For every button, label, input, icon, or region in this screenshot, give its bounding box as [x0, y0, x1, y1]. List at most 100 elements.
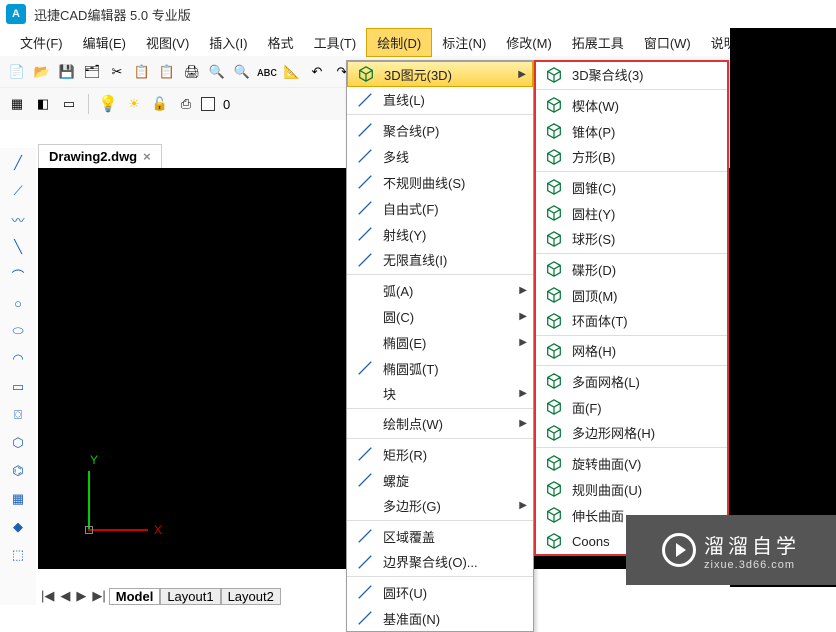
menu-文件[interactable]: 文件(F) [10, 29, 73, 56]
draw-menu-item[interactable]: 边界聚合线(O)... [347, 549, 533, 577]
menu-item-label: 多面网格(L) [572, 372, 640, 391]
menu-拓展工具[interactable]: 拓展工具 [562, 29, 634, 56]
draw-tool-12[interactable]: ▦ [7, 488, 29, 510]
draw-menu-item[interactable]: 圆环(U) [347, 579, 533, 605]
tab-next-icon[interactable]: ▶ [73, 588, 89, 604]
draw-3d-menu-item[interactable]: 球形(S) [536, 226, 727, 254]
draw-menu-item[interactable]: 绘制点(W) [347, 411, 533, 439]
draw-3d-menu-item[interactable]: 3D聚合线(3) [536, 62, 727, 90]
toolbar-button-2[interactable]: 💾 [56, 61, 78, 83]
draw-3d-menu-item[interactable]: 楔体(W) [536, 92, 727, 118]
draw-3d-menu-item[interactable]: 锥体(P) [536, 118, 727, 144]
draw-3d-menu-item[interactable]: 多面网格(L) [536, 368, 727, 394]
draw-menu-item[interactable]: 多边形(G) [347, 493, 533, 521]
draw-3d-menu-item[interactable]: 规则曲面(U) [536, 476, 727, 502]
draw-menu-item[interactable]: 直线(L) [347, 87, 533, 115]
menu-格式[interactable]: 格式 [258, 29, 304, 56]
draw-tool-9[interactable]: ⌼ [7, 404, 29, 426]
draw-menu-item[interactable]: 螺旋 [347, 467, 533, 493]
menu-窗口[interactable]: 窗口(W) [634, 29, 701, 56]
shape-3d-icon [542, 147, 566, 167]
layout2-tab[interactable]: Layout2 [221, 588, 281, 605]
menu-item-label: 不规则曲线(S) [383, 173, 465, 192]
toolbar-button-12[interactable]: ↶ [306, 61, 328, 83]
bulb-icon[interactable]: 💡 [97, 93, 119, 115]
sun-icon[interactable]: ☀ [123, 93, 145, 115]
draw-menu-item[interactable]: 无限直线(I) [347, 247, 533, 275]
doc-tab[interactable]: Drawing2.dwg × [38, 144, 162, 168]
draw-3d-menu-item[interactable]: 圆顶(M) [536, 282, 727, 308]
draw-3d-menu-item[interactable]: 环面体(T) [536, 308, 727, 336]
draw-menu-item[interactable]: 圆(C) [347, 303, 533, 329]
menu-插入[interactable]: 插入(I) [199, 29, 257, 56]
draw-tool-6[interactable]: ⬭ [7, 320, 29, 342]
toolbar-button-4[interactable]: ✂ [106, 61, 128, 83]
draw-menu-item[interactable]: 椭圆(E) [347, 329, 533, 355]
draw-tool-0[interactable]: ╱ [7, 152, 29, 174]
draw-3d-menu-item[interactable]: 碟形(D) [536, 256, 727, 282]
draw-menu-item[interactable]: 不规则曲线(S) [347, 169, 533, 195]
draw-tool-8[interactable]: ▭ [7, 376, 29, 398]
draw-tool-1[interactable]: ⟋ [7, 180, 29, 202]
model-tab[interactable]: Model [109, 588, 161, 605]
draw-3d-menu-item[interactable]: 面(F) [536, 394, 727, 420]
close-icon[interactable]: × [143, 149, 151, 164]
draw-menu-item[interactable]: 基准面(N) [347, 605, 533, 631]
draw-3d-menu-item[interactable]: 方形(B) [536, 144, 727, 172]
tab-prev-icon[interactable]: ◀ [57, 588, 73, 604]
printable-icon[interactable]: ⎙ [175, 93, 197, 115]
draw-tool-5[interactable]: ○ [7, 292, 29, 314]
draw-tool-7[interactable]: ◠ [7, 348, 29, 370]
lamp-icon[interactable]: ▭ [58, 93, 80, 115]
menu-标注[interactable]: 标注(N) [432, 29, 496, 56]
draw-tool-10[interactable]: ⬡ [7, 432, 29, 454]
toolbar-button-10[interactable]: ᴀʙᴄ [256, 61, 278, 83]
draw-3d-menu-item[interactable]: 圆柱(Y) [536, 200, 727, 226]
draw-tool-2[interactable]: 〰 [7, 208, 29, 230]
draw-tool-3[interactable]: ╲ [7, 236, 29, 258]
menu-编辑[interactable]: 编辑(E) [73, 29, 136, 56]
draw-3d-menu-item[interactable]: 圆锥(C) [536, 174, 727, 200]
tab-last-icon[interactable]: ▶| [89, 588, 108, 604]
menu-绘制[interactable]: 绘制(D) [366, 28, 432, 57]
toolbar-button-0[interactable]: 📄 [6, 61, 28, 83]
menu-item-label: 直线(L) [383, 90, 425, 109]
draw-menu-item[interactable]: 聚合线(P) [347, 117, 533, 143]
toolbar-button-11[interactable]: 📐 [281, 61, 303, 83]
draw-menu-item[interactable]: 多线 [347, 143, 533, 169]
layer-color-swatch[interactable] [201, 97, 215, 111]
draw-3d-menu-item[interactable]: 网格(H) [536, 338, 727, 366]
draw-menu-item[interactable]: 矩形(R) [347, 441, 533, 467]
draw-menu-item[interactable]: 块 [347, 381, 533, 409]
draw-menu-item[interactable]: 自由式(F) [347, 195, 533, 221]
lock-icon[interactable]: 🔓 [149, 93, 171, 115]
shape-3d-icon [542, 531, 566, 551]
toolbar-button-3[interactable]: 🗂 [81, 61, 103, 83]
layout1-tab[interactable]: Layout1 [160, 588, 220, 605]
toolbar-button-5[interactable]: 📋 [131, 61, 153, 83]
draw-menu-item[interactable]: 区域覆盖 [347, 523, 533, 549]
draw-tool-11[interactable]: ⌬ [7, 460, 29, 482]
draw-tool-13[interactable]: ◆ [7, 516, 29, 538]
toolbar-button-9[interactable]: 🔍 [231, 61, 253, 83]
menu-视图[interactable]: 视图(V) [136, 29, 199, 56]
toolbar-button-7[interactable]: 🖨 [181, 61, 203, 83]
draw-3d-menu-item[interactable]: 旋转曲面(V) [536, 450, 727, 476]
draw-menu-item[interactable]: 射线(Y) [347, 221, 533, 247]
draw-menu-item[interactable]: 3D图元(3D) [347, 61, 533, 87]
draw-3d-menu-item[interactable]: 多边形网格(H) [536, 420, 727, 448]
draw-tool-14[interactable]: ⬚ [7, 544, 29, 566]
toggle-icon[interactable]: ◧ [32, 93, 54, 115]
draw-menu-item[interactable]: 弧(A) [347, 277, 533, 303]
toolbar-button-1[interactable]: 📂 [31, 61, 53, 83]
menu-item-label: 椭圆弧(T) [383, 359, 439, 378]
toolbar-button-8[interactable]: 🔍 [206, 61, 228, 83]
tab-first-icon[interactable]: |◀ [38, 588, 57, 604]
app-logo-icon: A [6, 4, 26, 24]
menu-工具[interactable]: 工具(T) [304, 29, 367, 56]
draw-menu-item[interactable]: 椭圆弧(T) [347, 355, 533, 381]
draw-tool-4[interactable]: ⌒ [7, 264, 29, 286]
toolbar-button-6[interactable]: 📋 [156, 61, 178, 83]
grid-icon[interactable]: ▦ [6, 93, 28, 115]
menu-修改[interactable]: 修改(M) [496, 29, 562, 56]
